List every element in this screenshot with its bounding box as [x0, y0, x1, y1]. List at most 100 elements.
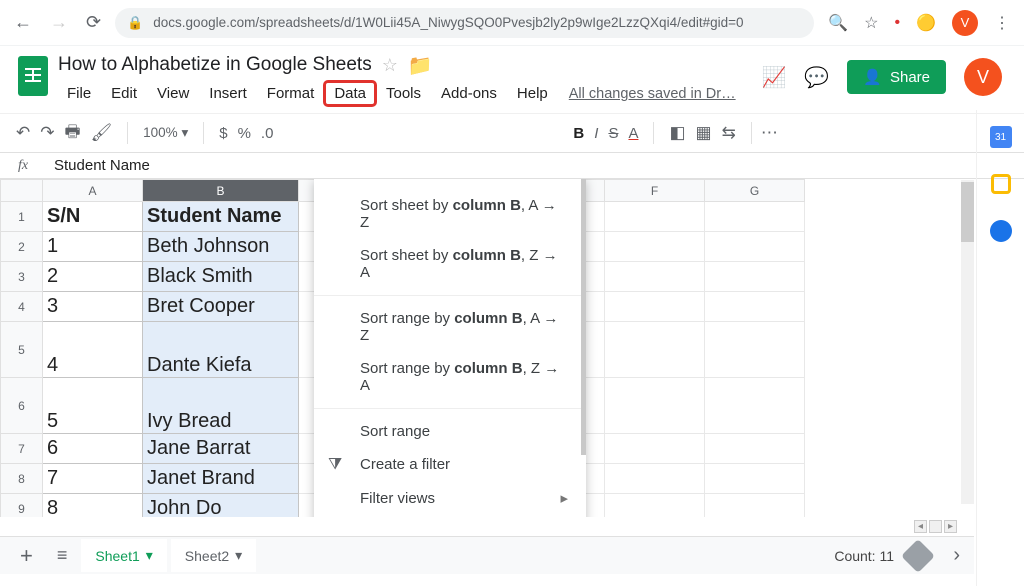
cell[interactable]: Dante Kiefa — [143, 322, 299, 378]
fill-icon[interactable]: ◧ — [669, 123, 685, 143]
cell[interactable]: John Do — [143, 494, 299, 518]
menu-slicer[interactable]: ☰SlicerNew — [314, 515, 586, 517]
row-header[interactable]: 9 — [1, 494, 43, 518]
cell[interactable]: 8 — [43, 494, 143, 518]
cell[interactable]: 7 — [43, 464, 143, 494]
menu-help[interactable]: Help — [508, 82, 557, 105]
cell[interactable]: 3 — [43, 292, 143, 322]
merge-icon[interactable]: ⇆ — [722, 123, 736, 143]
data-menu-dropdown: Sort sheet by column B, A → Z Sort sheet… — [314, 179, 586, 517]
folder-icon[interactable]: 📁 — [408, 53, 433, 78]
row-header[interactable]: 2 — [1, 232, 43, 262]
trend-icon[interactable]: 📈 — [761, 65, 786, 90]
sheets-logo[interactable] — [14, 52, 52, 100]
menu-sort-range-za[interactable]: Sort range by column B, Z → A — [314, 352, 586, 402]
menu-insert[interactable]: Insert — [200, 82, 256, 105]
vertical-scrollbar[interactable] — [961, 180, 974, 504]
ext2-icon[interactable]: 🟡 — [916, 13, 936, 33]
cell[interactable]: 1 — [43, 232, 143, 262]
menu-format[interactable]: Format — [258, 82, 324, 105]
currency-button[interactable]: $ — [219, 125, 227, 142]
tasks-icon[interactable] — [990, 220, 1012, 242]
cell[interactable]: Janet Brand — [143, 464, 299, 494]
menu-data[interactable]: Data — [325, 82, 375, 105]
borders-icon[interactable]: ▦ — [696, 123, 712, 143]
browser-chrome: ← → ⟳ 🔒 docs.google.com/spreadsheets/d/1… — [0, 0, 1024, 46]
account-avatar[interactable]: V — [964, 58, 1002, 96]
menu-filter-views[interactable]: Filter views▸ — [314, 481, 586, 515]
ext1-icon[interactable]: • — [894, 14, 900, 32]
menu-file[interactable]: File — [58, 82, 100, 105]
star-icon[interactable]: ☆ — [864, 13, 878, 33]
row-header[interactable]: 7 — [1, 434, 43, 464]
keep-icon[interactable] — [991, 174, 1011, 194]
zoom-icon[interactable]: 🔍 — [828, 13, 848, 33]
col-header[interactable]: B — [143, 180, 299, 202]
cell[interactable]: Ivy Bread — [143, 378, 299, 434]
cell[interactable]: 4 — [43, 322, 143, 378]
menu-view[interactable]: View — [148, 82, 198, 105]
doc-title[interactable]: How to Alphabetize in Google Sheets — [58, 54, 372, 76]
fx-icon: fx — [0, 158, 46, 174]
horizontal-scroll[interactable]: ◂▸ — [914, 520, 974, 534]
address-bar[interactable]: 🔒 docs.google.com/spreadsheets/d/1W0Lii4… — [115, 8, 814, 38]
strike-button[interactable]: S — [608, 125, 618, 142]
cell[interactable]: Student Name — [143, 202, 299, 232]
cell[interactable]: Jane Barrat — [143, 434, 299, 464]
menu-sort-sheet-za[interactable]: Sort sheet by column B, Z → A — [314, 239, 586, 289]
menu-tools[interactable]: Tools — [377, 82, 430, 105]
comment-icon[interactable]: 💬 — [804, 65, 829, 90]
cell[interactable]: Black Smith — [143, 262, 299, 292]
cell[interactable]: 2 — [43, 262, 143, 292]
select-all-corner[interactable] — [1, 180, 43, 202]
all-sheets-icon[interactable]: ≡ — [47, 545, 78, 566]
back-icon[interactable]: ← — [14, 12, 32, 33]
kebab-icon[interactable]: ⋮ — [994, 13, 1010, 33]
row-header[interactable]: 8 — [1, 464, 43, 494]
row-header[interactable]: 5 — [1, 322, 43, 378]
explore-icon[interactable] — [901, 539, 935, 573]
row-header[interactable]: 6 — [1, 378, 43, 434]
menu-edit[interactable]: Edit — [102, 82, 146, 105]
bold-button[interactable]: B — [573, 125, 584, 142]
col-header[interactable]: G — [705, 180, 805, 202]
sidepanel-toggle-icon[interactable]: › — [943, 538, 970, 573]
tab-sheet1[interactable]: Sheet1 ▾ — [81, 539, 166, 572]
cell[interactable]: 5 — [43, 378, 143, 434]
col-header[interactable]: F — [605, 180, 705, 202]
menu-sort-range[interactable]: Sort range — [314, 415, 586, 448]
paint-icon[interactable]: 🖌 — [91, 123, 113, 143]
sheet-tabs: + ≡ Sheet1 ▾ Sheet2 ▾ Count: 11 › — [0, 536, 974, 574]
menu-create-filter[interactable]: ⧩Create a filter — [314, 448, 586, 481]
zoom-select[interactable]: 100% ▾ — [143, 125, 188, 141]
redo-icon[interactable]: ↷ — [40, 123, 54, 143]
italic-button[interactable]: I — [594, 125, 598, 142]
row-header[interactable]: 3 — [1, 262, 43, 292]
reload-icon[interactable]: ⟳ — [86, 12, 101, 33]
cell[interactable]: S/N — [43, 202, 143, 232]
textcolor-button[interactable]: A — [628, 125, 638, 142]
decimal-button[interactable]: .0 — [261, 125, 274, 142]
star-doc-icon[interactable]: ☆ — [382, 55, 398, 76]
cell[interactable]: 6 — [43, 434, 143, 464]
cell[interactable]: Beth Johnson — [143, 232, 299, 262]
col-header[interactable]: A — [43, 180, 143, 202]
undo-icon[interactable]: ↶ — [16, 123, 30, 143]
forward-icon[interactable]: → — [50, 12, 68, 33]
more-icon[interactable]: ⋯ — [761, 123, 778, 143]
row-header[interactable]: 4 — [1, 292, 43, 322]
row-header[interactable]: 1 — [1, 202, 43, 232]
save-status[interactable]: All changes saved in Dr… — [569, 86, 736, 102]
profile-avatar[interactable]: V — [952, 10, 978, 36]
cell[interactable]: Bret Cooper — [143, 292, 299, 322]
tab-sheet2[interactable]: Sheet2 ▾ — [171, 539, 256, 572]
percent-button[interactable]: % — [238, 125, 251, 142]
menu-sort-range-az[interactable]: Sort range by column B, A → Z — [314, 302, 586, 352]
calendar-icon[interactable]: 31 — [990, 126, 1012, 148]
menu-sort-sheet-az[interactable]: Sort sheet by column B, A → Z — [314, 189, 586, 239]
menu-addons[interactable]: Add-ons — [432, 82, 506, 105]
print-icon[interactable]: 🖶 — [65, 119, 81, 148]
add-sheet-icon[interactable]: + — [10, 543, 43, 569]
formula-input[interactable]: Student Name — [46, 157, 150, 174]
share-button[interactable]: 👤 Share — [847, 60, 946, 94]
